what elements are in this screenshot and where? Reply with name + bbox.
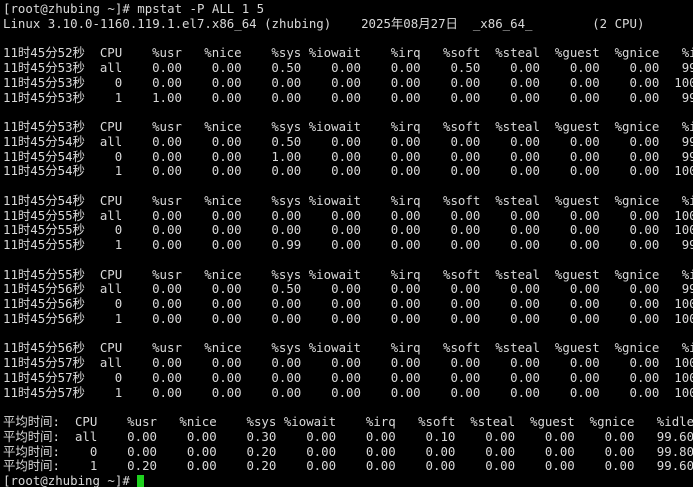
stats-block-3: 11时45分54秒 CPU %usr %nice %sys %iowait %i… <box>3 192 693 253</box>
average-header-row: 平均时间: CPU %usr %nice %sys %iowait %irq %… <box>3 414 693 429</box>
stats-row-cpu0: 11时45分54秒 0 0.00 0.00 1.00 0.00 0.00 0.0… <box>3 148 693 164</box>
stats-row-cpu0: 11时45分53秒 0 0.00 0.00 0.00 0.00 0.00 0.0… <box>3 74 693 90</box>
stats-header-row: 11时45分52秒 CPU %usr %nice %sys %iowait %i… <box>3 45 693 61</box>
stats-block-2: 11时45分53秒 CPU %usr %nice %sys %iowait %i… <box>3 119 693 179</box>
average-row-cpu0: 平均时间: 0 0.00 0.00 0.20 0.00 0.00 0.00 0.… <box>3 443 693 459</box>
stats-row-all: 11时45分55秒 all 0.00 0.00 0.00 0.00 0.00 0… <box>3 207 693 223</box>
stats-header-row: 11时45分53秒 CPU %usr %nice %sys %iowait %i… <box>3 119 693 134</box>
stats-header-row: 11时45分54秒 CPU %usr %nice %sys %iowait %i… <box>3 192 693 208</box>
stats-row-cpu0: 11时45分57秒 0 0.00 0.00 0.00 0.00 0.00 0.0… <box>3 369 693 385</box>
command-line: [root@zhubing ~]# mpstat -P ALL 1 5 <box>3 1 265 16</box>
final-prompt-line[interactable]: [root@zhubing ~]# <box>3 473 693 487</box>
terminal-window[interactable]: [root@zhubing ~]# mpstat -P ALL 1 5 Linu… <box>0 0 693 487</box>
cursor-block <box>137 475 145 487</box>
stats-header-row: 11时45分56秒 CPU %usr %nice %sys %iowait %i… <box>3 340 693 356</box>
final-prompt: [root@zhubing ~]# <box>3 473 138 487</box>
stats-row-all: 11时45分53秒 all 0.00 0.00 0.50 0.00 0.00 0… <box>3 60 693 75</box>
average-row-all: 平均时间: all 0.00 0.00 0.30 0.00 0.00 0.10 … <box>3 428 693 444</box>
stats-row-cpu0: 11时45分56秒 0 0.00 0.00 0.00 0.00 0.00 0.0… <box>3 296 693 311</box>
stats-row-cpu1: 11时45分56秒 1 0.00 0.00 0.00 0.00 0.00 0.0… <box>3 310 693 326</box>
stats-row-all: 11时45分57秒 all 0.00 0.00 0.00 0.00 0.00 0… <box>3 355 693 370</box>
stats-block-4: 11时45分55秒 CPU %usr %nice %sys %iowait %i… <box>3 266 693 327</box>
stats-block-1: 11时45分52秒 CPU %usr %nice %sys %iowait %i… <box>3 45 693 105</box>
stats-row-all: 11时45分56秒 all 0.00 0.00 0.50 0.00 0.00 0… <box>3 281 693 297</box>
system-info-header: Linux 3.10.0-1160.119.1.el7.x86_64 (zhub… <box>3 15 645 31</box>
stats-header-row: 11时45分55秒 CPU %usr %nice %sys %iowait %i… <box>3 266 693 282</box>
stats-row-cpu1: 11时45分54秒 1 0.00 0.00 0.00 0.00 0.00 0.0… <box>3 163 693 179</box>
stats-block-5: 11时45分56秒 CPU %usr %nice %sys %iowait %i… <box>3 340 693 400</box>
stats-row-cpu1: 11时45分55秒 1 0.00 0.00 0.99 0.00 0.00 0.0… <box>3 237 693 252</box>
stats-row-cpu0: 11时45分55秒 0 0.00 0.00 0.00 0.00 0.00 0.0… <box>3 222 693 238</box>
stats-row-cpu1: 11时45分53秒 1 1.00 0.00 0.00 0.00 0.00 0.0… <box>3 89 693 105</box>
stats-row-all: 11时45分54秒 all 0.00 0.00 0.50 0.00 0.00 0… <box>3 133 693 149</box>
average-row-cpu1: 平均时间: 1 0.20 0.00 0.20 0.00 0.00 0.00 0.… <box>3 458 693 474</box>
average-block: 平均时间: CPU %usr %nice %sys %iowait %irq %… <box>3 414 693 474</box>
stats-row-cpu1: 11时45分57秒 1 0.00 0.00 0.00 0.00 0.00 0.0… <box>3 384 693 400</box>
